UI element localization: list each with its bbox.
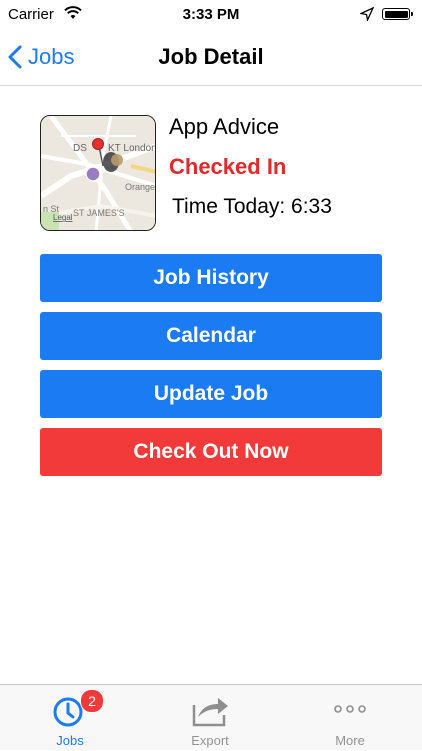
tab-export[interactable]: Export [140,685,280,751]
export-icon [140,693,280,727]
tab-jobs[interactable]: 2 Jobs [0,685,140,751]
map-label-street-b: ST JAMES'S [73,208,125,218]
tab-bar: 2 Jobs Export More [0,684,422,750]
battery-icon [382,8,413,20]
transit-icon [85,166,101,182]
location-arrow-icon [358,6,375,26]
job-name: App Advice [169,114,280,139]
tab-more-label: More [335,733,365,748]
status-time: 3:33 PM [182,6,240,23]
map-pin-icon [92,138,104,150]
navigation-bar: Jobs Job Detail [0,30,422,86]
more-icon [280,693,420,727]
update-job-button[interactable]: Update Job [40,370,382,418]
status-bar: Carrier 3:33 PM [0,0,422,30]
job-history-button[interactable]: Job History [40,254,382,302]
jobs-badge: 2 [80,689,104,713]
tab-export-label: Export [191,733,229,748]
map-label-street-a: Orange [125,182,155,192]
time-today: Time Today: 6:33 [172,195,332,218]
tab-more[interactable]: More [280,685,420,751]
map-label-district-b: KT London [108,143,156,154]
map-label-district-a: DS [73,143,87,154]
job-location-map[interactable]: DS KT London Orange ST JAMES'S n St Lega… [40,115,156,231]
page-title: Job Detail [158,44,264,69]
map-legal-label: Legal [53,213,73,222]
check-out-button[interactable]: Check Out Now [40,428,382,476]
calendar-button[interactable]: Calendar [40,312,382,360]
clock-icon [0,693,140,727]
job-status: Checked In [169,154,287,179]
tab-jobs-label: Jobs [56,733,84,748]
